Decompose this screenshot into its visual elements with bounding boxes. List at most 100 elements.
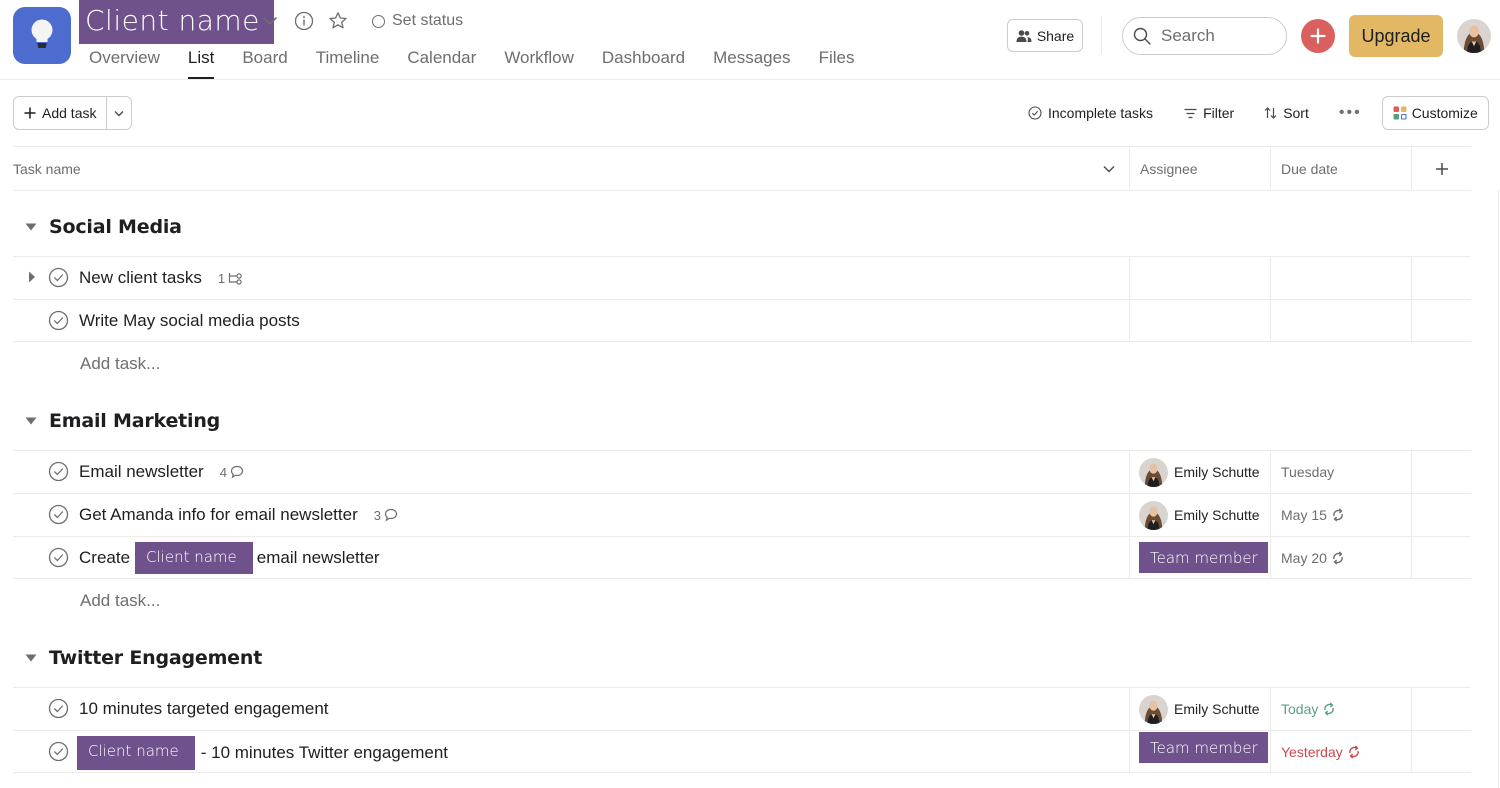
- due-date-cell[interactable]: Today: [1271, 688, 1412, 730]
- column-assignee[interactable]: Assignee: [1130, 147, 1271, 190]
- due-date-value: May 15: [1281, 507, 1327, 523]
- add-task-group: Add task: [13, 96, 133, 130]
- lightbulb-icon: [31, 19, 53, 48]
- section-collapse-caret-icon[interactable]: [13, 223, 49, 231]
- due-date-cell[interactable]: May 15: [1271, 494, 1412, 536]
- filter-button[interactable]: Filter: [1184, 105, 1234, 121]
- due-date-cell[interactable]: Yesterday: [1271, 731, 1412, 772]
- comment-icon: [384, 508, 398, 522]
- more-options-icon[interactable]: •••: [1339, 104, 1362, 122]
- comment-count[interactable]: 4: [220, 465, 244, 480]
- assignee-cell[interactable]: Emily Schutte: [1130, 494, 1271, 536]
- upgrade-button[interactable]: Upgrade: [1349, 15, 1443, 57]
- task-name-cell[interactable]: Email newsletter 4: [13, 451, 1130, 493]
- due-date-value: May 20: [1281, 549, 1327, 566]
- assignee-cell[interactable]: [1130, 257, 1271, 299]
- complete-task-check-icon[interactable]: [48, 698, 69, 719]
- task-name[interactable]: Email newsletter: [79, 462, 204, 482]
- tab-files[interactable]: Files: [819, 44, 855, 79]
- task-name-cell[interactable]: 10 minutes targeted engagement: [13, 688, 1130, 730]
- tab-calendar[interactable]: Calendar: [407, 44, 476, 79]
- sort-button[interactable]: Sort: [1264, 105, 1309, 121]
- task-row[interactable]: Client name - 10 minutes Twitter engagem…: [13, 730, 1471, 773]
- section-collapse-caret-icon[interactable]: [13, 654, 49, 662]
- create-button[interactable]: [1301, 19, 1335, 53]
- task-name[interactable]: 10 minutes targeted engagement: [79, 699, 329, 719]
- star-icon[interactable]: [328, 10, 348, 32]
- add-task-inline[interactable]: Add task...: [80, 591, 160, 611]
- project-icon[interactable]: [13, 7, 71, 64]
- task-name[interactable]: Get Amanda info for email newsletter: [79, 505, 358, 525]
- search-input[interactable]: [1161, 26, 1271, 46]
- set-status-button[interactable]: Set status: [372, 12, 463, 30]
- tab-workflow[interactable]: Workflow: [504, 44, 574, 79]
- tab-board[interactable]: Board: [242, 44, 287, 79]
- column-task-name[interactable]: Task name: [13, 147, 1130, 190]
- task-row[interactable]: Create Client name email newsletter Team…: [13, 536, 1471, 579]
- complete-task-check-icon[interactable]: [48, 547, 69, 568]
- add-task-dropdown[interactable]: [107, 97, 131, 129]
- add-column-button[interactable]: [1412, 147, 1471, 190]
- add-task-button[interactable]: Add task: [14, 97, 108, 129]
- subtask-count[interactable]: 1: [218, 271, 243, 286]
- task-row[interactable]: Get Amanda info for email newsletter 3 E…: [13, 493, 1471, 536]
- complete-task-check-icon[interactable]: [48, 504, 69, 525]
- column-due-date[interactable]: Due date: [1271, 147, 1412, 190]
- assignee-cell[interactable]: [1130, 300, 1271, 341]
- project-title[interactable]: Client name: [79, 0, 274, 44]
- task-name-cell[interactable]: Create Client name email newsletter: [13, 537, 1130, 578]
- complete-task-check-icon[interactable]: [48, 741, 69, 762]
- complete-task-check-icon[interactable]: [48, 310, 69, 331]
- project-menu-chevron-icon[interactable]: [260, 10, 280, 32]
- task-name[interactable]: New client tasks: [79, 268, 202, 288]
- assignee-cell[interactable]: Team member: [1130, 731, 1271, 772]
- task-row[interactable]: Write May social media posts: [13, 299, 1471, 342]
- search-box[interactable]: [1122, 17, 1287, 55]
- complete-task-check-icon[interactable]: [48, 461, 69, 482]
- due-date-cell[interactable]: [1271, 300, 1412, 341]
- comment-count[interactable]: 3: [374, 508, 398, 523]
- tab-list[interactable]: List: [187, 44, 215, 79]
- due-date-cell[interactable]: Tuesday: [1271, 451, 1412, 493]
- customize-button[interactable]: Customize: [1381, 96, 1489, 130]
- expand-subtasks-caret-icon[interactable]: [27, 270, 37, 284]
- assignee-cell[interactable]: Emily Schutte: [1130, 451, 1271, 493]
- task-row[interactable]: 10 minutes targeted engagement Emily Sch…: [13, 687, 1471, 730]
- task-name-suffix[interactable]: - 10 minutes Twitter engagement: [201, 743, 448, 763]
- extra-cell: [1412, 257, 1471, 299]
- incomplete-tasks-filter[interactable]: Incomplete tasks: [1028, 105, 1153, 121]
- task-name-header: Task name: [13, 160, 81, 177]
- task-name-suffix[interactable]: email newsletter: [257, 548, 380, 568]
- task-name[interactable]: Write May social media posts: [79, 311, 300, 331]
- complete-task-check-icon[interactable]: [48, 267, 69, 288]
- people-icon: [1016, 29, 1032, 42]
- tab-timeline[interactable]: Timeline: [316, 44, 380, 79]
- tab-dashboard[interactable]: Dashboard: [602, 44, 685, 79]
- share-button[interactable]: Share: [1007, 19, 1083, 52]
- recurring-icon: [1347, 745, 1361, 759]
- section-collapse-caret-icon[interactable]: [13, 417, 49, 425]
- task-name-cell[interactable]: Write May social media posts: [13, 300, 1130, 341]
- chevron-down-icon[interactable]: [1103, 165, 1115, 173]
- due-date-cell[interactable]: May 20: [1271, 537, 1412, 578]
- info-icon[interactable]: [294, 10, 314, 32]
- due-date-cell[interactable]: [1271, 257, 1412, 299]
- task-name-cell[interactable]: New client tasks 1: [13, 257, 1130, 299]
- section-header-email-marketing[interactable]: Email Marketing: [13, 406, 220, 436]
- subtasks-icon: [228, 272, 242, 285]
- user-avatar[interactable]: [1457, 19, 1491, 53]
- assignee-cell[interactable]: Emily Schutte: [1130, 688, 1271, 730]
- assignee-cell[interactable]: Team member: [1130, 537, 1271, 578]
- task-name-cell[interactable]: Client name - 10 minutes Twitter engagem…: [13, 731, 1130, 772]
- tab-messages[interactable]: Messages: [713, 44, 790, 79]
- scrollbar-track[interactable]: [1498, 190, 1499, 788]
- tab-overview[interactable]: Overview: [89, 44, 160, 79]
- add-task-inline[interactable]: Add task...: [80, 354, 160, 374]
- task-row[interactable]: New client tasks 1: [13, 256, 1471, 299]
- task-name-prefix[interactable]: Create: [79, 548, 130, 568]
- task-row[interactable]: Email newsletter 4 Emily Schutte Tuesday: [13, 450, 1471, 493]
- column-header-row: Task name Assignee Due date: [13, 146, 1471, 191]
- task-name-cell[interactable]: Get Amanda info for email newsletter 3: [13, 494, 1130, 536]
- section-header-twitter-engagement[interactable]: Twitter Engagement: [13, 643, 262, 673]
- section-header-social-media[interactable]: Social Media: [13, 212, 182, 242]
